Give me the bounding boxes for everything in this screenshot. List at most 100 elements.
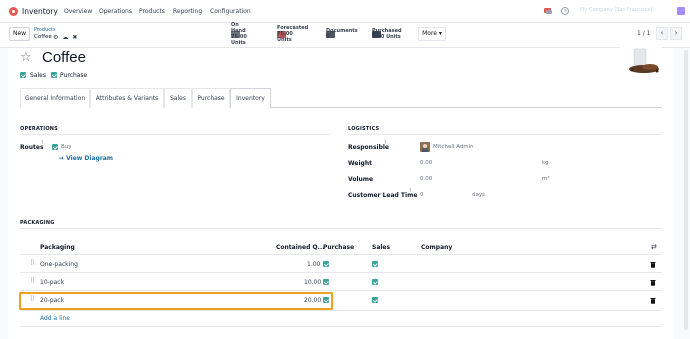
product-name[interactable]: Coffee <box>42 49 86 66</box>
table-footer-divider <box>20 326 662 327</box>
responsible-value[interactable]: Mitchell Admin <box>433 144 474 150</box>
top-navbar: Inventory Overview Operations Products R… <box>0 0 690 23</box>
table-header-divider <box>20 254 662 255</box>
table-row-divider <box>20 310 662 311</box>
record-actions: ⚙ ☁ ✖ <box>53 34 77 41</box>
logistics-section-title: LOGISTICS <box>348 126 380 132</box>
arrow-right-icon: ➔ <box>59 155 65 162</box>
weight-input[interactable]: 0.00 <box>420 160 432 166</box>
tab-inventory[interactable]: Inventory <box>230 88 271 108</box>
packaging-divider <box>20 228 662 229</box>
favorite-star-icon[interactable]: ☆ <box>20 50 32 65</box>
menu-operations[interactable]: Operations <box>99 8 132 15</box>
customer-lead-time-label: Customer Lead Time <box>348 192 418 199</box>
routes-help-icon[interactable]: ? <box>41 141 43 146</box>
trash-icon[interactable] <box>650 261 656 268</box>
pager-value[interactable]: 1 / 1 <box>637 30 650 37</box>
responsible-help-icon[interactable]: ? <box>384 141 386 146</box>
add-a-line-link[interactable]: Add a line <box>40 315 70 322</box>
packaging-name-cell[interactable]: One-packing <box>40 261 78 268</box>
product-image[interactable] <box>620 47 662 75</box>
smart-button-documents[interactable]: Documents 0 <box>326 25 358 43</box>
responsible-label: Responsible <box>348 144 389 151</box>
column-purchase[interactable]: Purchase <box>323 244 354 251</box>
row-sales-checkbox[interactable] <box>372 261 378 267</box>
smart-button-on-hand[interactable]: On Hand 75.00 Units <box>231 22 247 46</box>
menu-overview[interactable]: Overview <box>64 8 92 15</box>
menu-products[interactable]: Products <box>139 8 165 15</box>
purchase-checkbox-label: Purchase <box>60 72 88 79</box>
volume-unit: m³ <box>542 176 550 182</box>
view-diagram-label: View Diagram <box>66 155 114 162</box>
route-buy-checkbox[interactable] <box>52 144 58 150</box>
pager-next-button[interactable]: › <box>670 27 682 40</box>
drag-handle-icon[interactable]: ⠿ <box>30 259 35 267</box>
column-sales[interactable]: Sales <box>372 244 390 251</box>
packaging-section-title: PACKAGING <box>20 220 55 226</box>
row-purchase-checkbox[interactable] <box>323 261 329 267</box>
menu-configuration[interactable]: Configuration <box>210 8 251 15</box>
weight-unit: kg <box>542 160 549 166</box>
cloud-save-icon[interactable]: ☁ <box>62 34 68 41</box>
contained-qty-cell[interactable]: 1.00 <box>307 261 320 268</box>
new-button[interactable]: New <box>9 27 30 41</box>
company-switcher[interactable]: My Company (San Francisco) <box>580 7 653 13</box>
tab-general-information[interactable]: General Information <box>20 88 90 108</box>
gear-icon[interactable]: ⚙ <box>53 34 58 41</box>
control-panel: New Products Coffee ⚙ ☁ ✖ On Hand 75.00 U… <box>0 22 690 48</box>
breadcrumb-products[interactable]: Products <box>34 27 56 33</box>
volume-label: Volume <box>348 176 374 183</box>
documents-value: 0 <box>326 34 330 40</box>
row-sales-checkbox[interactable] <box>372 297 378 303</box>
notebook-tabs: General Information Attributes & Variant… <box>20 88 662 108</box>
activity-clock-icon[interactable] <box>560 6 570 16</box>
app-name[interactable]: Inventory <box>22 7 58 16</box>
contained-qty-cell[interactable]: 10.00 <box>304 279 321 286</box>
customer-lead-time-input[interactable]: 0 <box>420 192 424 198</box>
responsible-avatar <box>420 142 430 152</box>
sales-checkbox[interactable] <box>20 72 26 78</box>
breadcrumb-current: Coffee <box>34 34 52 40</box>
menu-reporting[interactable]: Reporting <box>173 8 202 15</box>
tab-attributes-variants[interactable]: Attributes & Variants <box>90 88 164 108</box>
routes-label: Routes <box>20 144 44 151</box>
caret-down-icon: ▾ <box>438 30 442 37</box>
chat-icon[interactable] <box>543 6 553 16</box>
smart-button-purchased[interactable]: Purchased 0.00 Units <box>372 25 402 43</box>
smart-button-forecasted[interactable]: Forecasted 75.00 Units <box>277 25 308 43</box>
user-avatar[interactable] <box>676 6 686 16</box>
trash-icon[interactable] <box>650 297 656 304</box>
packaging-name-cell[interactable]: 10-pack <box>40 279 64 286</box>
row-sales-checkbox[interactable] <box>372 279 378 285</box>
column-packaging[interactable]: Packaging <box>40 244 75 251</box>
on-hand-label: On Hand <box>231 22 246 34</box>
table-row-divider <box>20 272 662 273</box>
drag-handle-icon[interactable]: ⠿ <box>30 277 35 285</box>
app-logo-icon[interactable] <box>9 7 18 16</box>
volume-input[interactable]: 0.00 <box>420 176 432 182</box>
more-button[interactable]: More ▾ <box>418 27 446 41</box>
discard-icon[interactable]: ✖ <box>72 34 77 41</box>
lead-time-unit: days <box>472 192 485 198</box>
column-company[interactable]: Company <box>421 244 452 251</box>
documents-label: Documents <box>326 28 358 34</box>
sales-checkbox-label: Sales <box>30 72 46 79</box>
scrollbar[interactable] <box>684 50 688 330</box>
purchase-checkbox[interactable] <box>51 72 57 78</box>
row-purchase-checkbox[interactable] <box>323 279 329 285</box>
pager-previous-button[interactable]: ‹ <box>656 27 668 40</box>
lead-time-help-icon[interactable]: ? <box>409 189 411 194</box>
tab-sales[interactable]: Sales <box>164 88 192 108</box>
table-row-divider <box>20 290 662 291</box>
forecasted-value: 75.00 Units <box>277 31 293 43</box>
trash-icon[interactable] <box>650 279 656 286</box>
more-label: More <box>422 30 437 37</box>
logistics-divider <box>348 134 662 135</box>
on-hand-value: 75.00 Units <box>231 34 247 46</box>
view-diagram-link[interactable]: ➔ View Diagram <box>59 155 113 162</box>
route-buy-label: Buy <box>61 144 72 150</box>
tab-purchase[interactable]: Purchase <box>192 88 230 108</box>
column-contained-qty[interactable]: Contained Q... <box>276 244 324 251</box>
operations-divider <box>20 134 330 135</box>
optional-columns-icon[interactable]: ⇄ <box>651 243 657 251</box>
